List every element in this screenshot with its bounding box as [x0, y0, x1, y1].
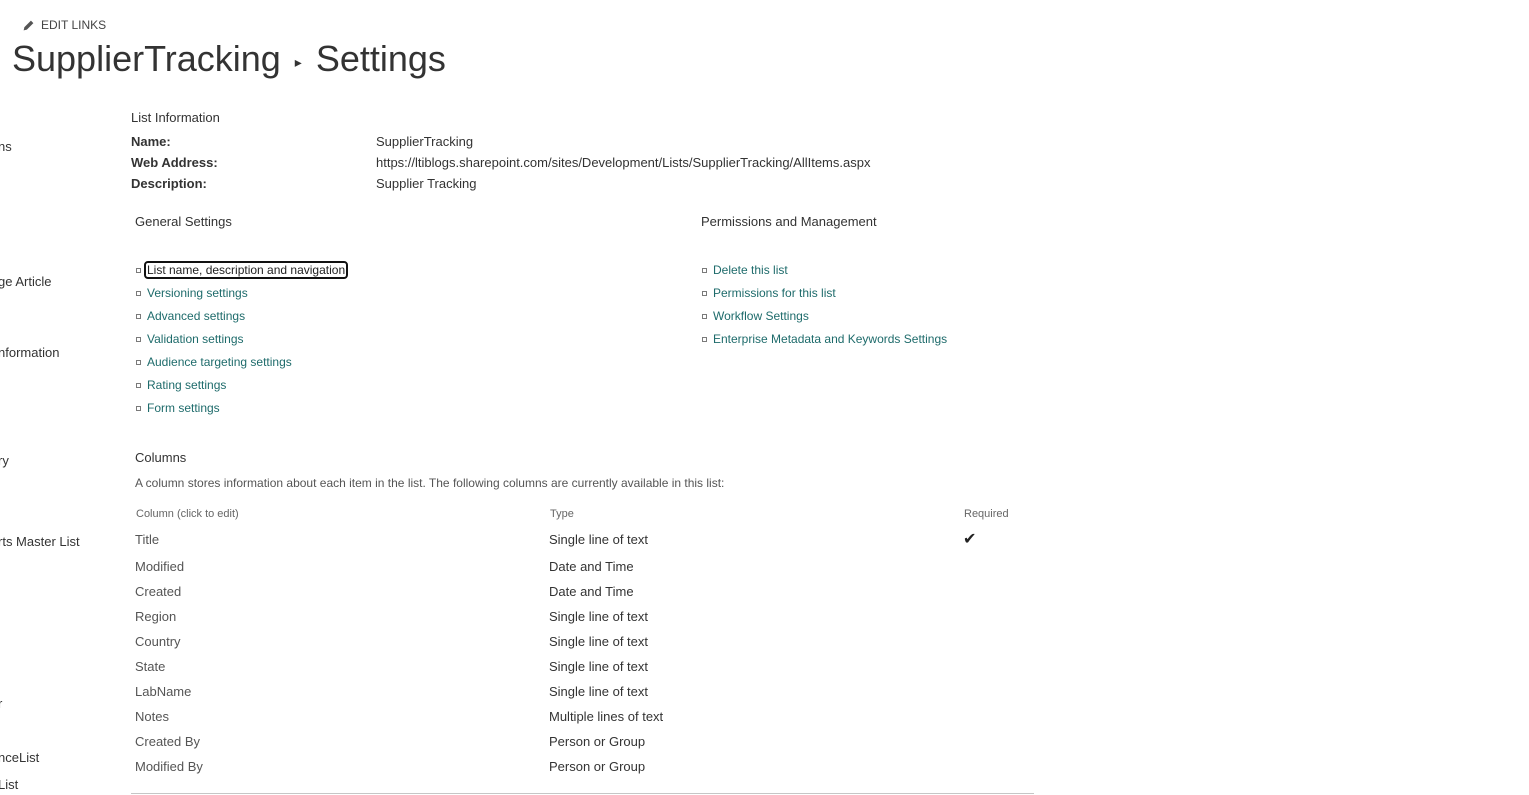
- left-nav-item[interactable]: rts Master List: [0, 534, 80, 549]
- bullet-icon: [136, 383, 141, 388]
- column-name-link[interactable]: LabName: [135, 684, 191, 699]
- list-information-heading: List Information: [131, 110, 220, 125]
- breadcrumb-separator-icon: ▸: [294, 53, 302, 70]
- list-name-description-navigation-link[interactable]: List name, description and navigation: [143, 261, 349, 279]
- bullet-icon: [136, 360, 141, 365]
- column-type: Single line of text: [549, 684, 649, 699]
- workflow-settings-link[interactable]: Workflow Settings: [713, 309, 809, 323]
- name-label: Name:: [131, 134, 171, 149]
- bullet-icon: [136, 406, 141, 411]
- edit-links-button[interactable]: EDIT LINKS: [22, 18, 106, 32]
- bullet-icon: [136, 337, 141, 342]
- versioning-settings-link[interactable]: Versioning settings: [147, 286, 248, 300]
- left-nav-item[interactable]: ry: [0, 453, 9, 468]
- bullet-icon: [702, 314, 707, 319]
- name-value: SupplierTracking: [376, 134, 474, 149]
- description-value: Supplier Tracking: [376, 176, 477, 191]
- column-type: Multiple lines of text: [549, 709, 664, 724]
- enterprise-metadata-link[interactable]: Enterprise Metadata and Keywords Setting…: [713, 332, 947, 346]
- bullet-icon: [136, 314, 141, 319]
- advanced-settings-link[interactable]: Advanced settings: [147, 309, 245, 323]
- bullet-icon: [702, 337, 707, 342]
- column-name-link[interactable]: Country: [135, 634, 181, 649]
- left-nav-item[interactable]: List: [0, 777, 18, 792]
- left-nav-item[interactable]: nceList: [0, 750, 39, 765]
- left-nav-item[interactable]: ge Article: [0, 274, 51, 289]
- form-settings-link[interactable]: Form settings: [147, 401, 220, 415]
- columns-heading: Columns: [135, 450, 187, 465]
- audience-targeting-settings-link[interactable]: Audience targeting settings: [147, 355, 292, 369]
- column-required-header: Required: [964, 508, 1009, 520]
- bullet-icon: [702, 291, 707, 296]
- column-name-link[interactable]: Modified: [135, 559, 184, 574]
- bullet-icon: [136, 268, 141, 273]
- web-address-label: Web Address:: [131, 155, 218, 170]
- general-settings-heading: General Settings: [135, 214, 232, 229]
- permissions-heading: Permissions and Management: [701, 214, 877, 229]
- checkmark-icon: ✔: [963, 531, 977, 548]
- left-nav-item[interactable]: ns: [0, 139, 12, 154]
- column-type: Person or Group: [549, 759, 646, 774]
- left-nav-item[interactable]: nformation: [0, 345, 59, 360]
- column-name-link[interactable]: Title: [135, 532, 159, 547]
- column-name-link[interactable]: Modified By: [135, 759, 203, 774]
- page-title: SupplierTracking ▸ Settings: [12, 38, 446, 80]
- edit-links-label: EDIT LINKS: [41, 18, 107, 32]
- page-name: Settings: [315, 38, 446, 79]
- column-type: Single line of text: [549, 532, 649, 547]
- bullet-icon: [136, 291, 141, 296]
- list-name-link[interactable]: SupplierTracking: [12, 38, 281, 80]
- bullet-icon: [702, 268, 707, 273]
- column-name-link[interactable]: Created By: [135, 734, 200, 749]
- permissions-for-list-link[interactable]: Permissions for this list: [713, 286, 836, 300]
- column-type-header: Type: [550, 508, 574, 520]
- column-type: Single line of text: [549, 659, 649, 674]
- left-nav-item[interactable]: r: [0, 696, 2, 711]
- delete-list-link[interactable]: Delete this list: [713, 263, 788, 277]
- validation-settings-link[interactable]: Validation settings: [147, 332, 244, 346]
- divider: [131, 793, 1034, 794]
- column-type: Single line of text: [549, 609, 649, 624]
- column-type: Person or Group: [549, 734, 646, 749]
- column-type: Date and Time: [549, 559, 634, 574]
- column-type: Single line of text: [549, 634, 649, 649]
- rating-settings-link[interactable]: Rating settings: [147, 378, 226, 392]
- description-label: Description:: [131, 176, 207, 191]
- web-address-value: https://ltiblogs.sharepoint.com/sites/De…: [376, 155, 871, 170]
- column-name-link[interactable]: Region: [135, 609, 176, 624]
- column-name-link[interactable]: Notes: [135, 709, 169, 724]
- column-name-link[interactable]: State: [135, 659, 165, 674]
- columns-description: A column stores information about each i…: [135, 476, 725, 490]
- pencil-icon: [23, 20, 34, 30]
- column-type: Date and Time: [549, 584, 634, 599]
- column-name-link[interactable]: Created: [135, 584, 181, 599]
- column-name-header: Column (click to edit): [136, 508, 239, 520]
